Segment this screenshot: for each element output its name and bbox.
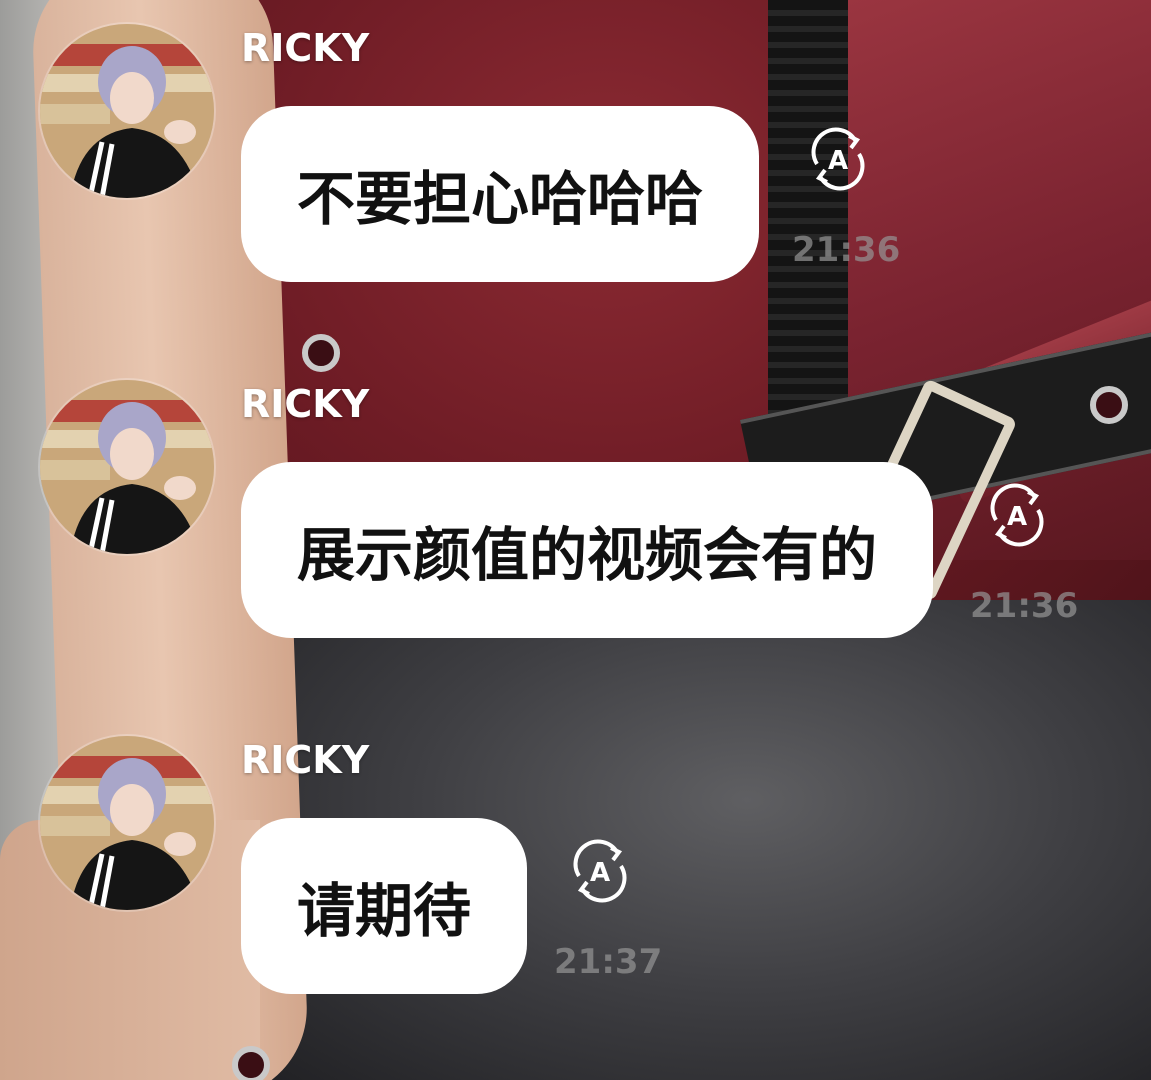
message-time: 21:36 — [970, 586, 1079, 626]
sender-name: RICKY — [241, 382, 370, 426]
message-row: RICKY 展示颜值的视频会有的 A 21:36 — [0, 378, 1151, 708]
message-text: 请期待 — [297, 877, 472, 945]
chat-thread: RICKY 不要担心哈哈哈 A 21:36 RICKY 展示颜值的视频会有的 A… — [0, 0, 1151, 1080]
message-time: 21:36 — [792, 230, 901, 270]
avatar[interactable] — [38, 734, 216, 912]
avatar[interactable] — [38, 22, 216, 200]
message-bubble[interactable]: 不要担心哈哈哈 — [241, 106, 760, 282]
svg-text:A: A — [590, 858, 610, 888]
message-bubble[interactable]: 展示颜值的视频会有的 — [241, 462, 934, 638]
avatar[interactable] — [38, 378, 216, 556]
translate-icon[interactable]: A — [982, 480, 1052, 550]
translate-icon[interactable]: A — [803, 124, 873, 194]
svg-text:A: A — [1007, 502, 1027, 532]
translate-icon[interactable]: A — [565, 836, 635, 906]
message-time: 21:37 — [554, 942, 663, 982]
message-bubble[interactable]: 请期待 — [241, 818, 528, 994]
sender-name: RICKY — [241, 26, 370, 70]
sender-name: RICKY — [241, 738, 370, 782]
message-text: 展示颜值的视频会有的 — [297, 521, 878, 589]
svg-text:A: A — [828, 146, 848, 176]
message-text: 不要担心哈哈哈 — [297, 165, 704, 233]
message-row: RICKY 不要担心哈哈哈 A 21:36 — [0, 22, 1151, 352]
message-row: RICKY 请期待 A 21:37 — [0, 734, 1151, 1064]
